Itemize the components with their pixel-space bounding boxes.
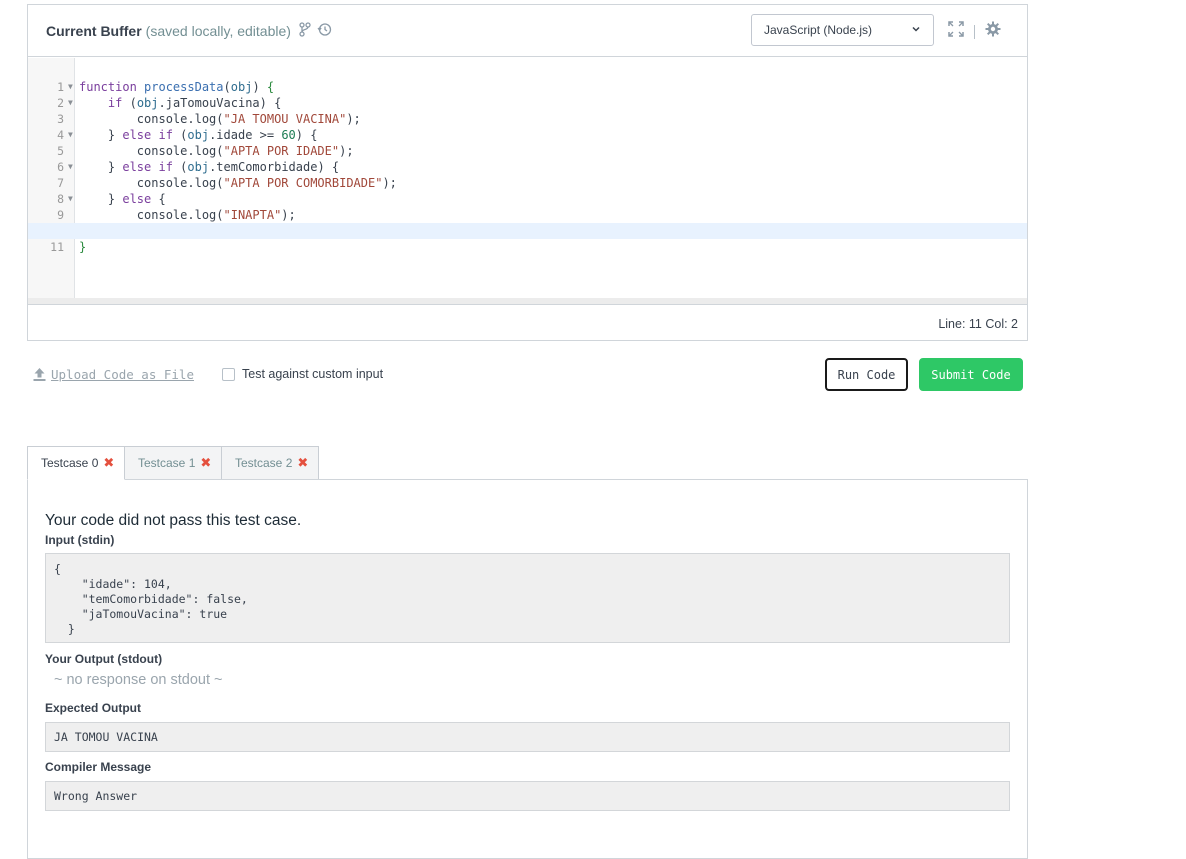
editor-status-bar: Line: 11 Col: 2 (28, 304, 1027, 341)
code-line: 4 ▼ } else if (obj.idade >= 60) { (28, 111, 1027, 142)
input-label: Input (stdin) (45, 533, 115, 547)
code-line: 1 ▼ function processData(obj) { (28, 63, 1027, 94)
compiler-value: Wrong Answer (54, 789, 138, 803)
tab-testcase-2[interactable]: Testcase 2 ✖ (221, 446, 319, 480)
custom-input-checkbox[interactable] (222, 367, 235, 381)
run-code-button[interactable]: Run Code (825, 358, 908, 391)
upload-icon (33, 368, 46, 381)
code-line: 8 ▼ } else { (28, 175, 1027, 206)
code-line: 9 console.log("INAPTA"); (28, 191, 1027, 222)
editor-header: Current Buffer (saved locally, editable)… (28, 5, 1027, 57)
input-value: { "idade": 104, "temComorbidade": false,… (54, 562, 248, 636)
language-select[interactable]: JavaScript (Node.js) (751, 14, 934, 46)
buffer-title: Current Buffer (46, 22, 142, 39)
custom-input-toggle[interactable]: Test against custom input (222, 367, 383, 381)
code-line-active: 11} (28, 223, 1027, 254)
tab-testcase-0[interactable]: Testcase 0 ✖ (27, 446, 125, 480)
code-line: 5 console.log("APTA POR IDADE"); (28, 127, 1027, 158)
code-line: 2 ▼ if (obj.jaTomouVacina) { (28, 79, 1027, 110)
code-line: 7 console.log("APTA POR COMORBIDADE"); (28, 159, 1027, 190)
expected-box: JA TOMOU VACINA (45, 722, 1010, 752)
tab-testcase-1[interactable]: Testcase 1 ✖ (124, 446, 222, 480)
result-title: Your code did not pass this test case. (45, 512, 302, 529)
output-label: Your Output (stdout) (45, 652, 163, 666)
editor-tools (948, 21, 1001, 42)
tools-divider (974, 24, 975, 39)
code-line: 6 ▼ } else if (obj.temComorbidade) { (28, 143, 1027, 174)
branch-icon[interactable] (299, 21, 311, 40)
language-select-value: JavaScript (Node.js) (764, 23, 873, 37)
input-box: { "idade": 104, "temComorbidade": false,… (45, 553, 1010, 643)
custom-input-label: Test against custom input (242, 367, 384, 381)
testcase-result-panel: Your code did not pass this test case. I… (27, 479, 1028, 859)
code-line: 3 console.log("JA TOMOU VACINA"); (28, 95, 1027, 126)
expected-value: JA TOMOU VACINA (54, 730, 158, 744)
tab-label: Testcase 2 (235, 456, 293, 470)
upload-code-label: Upload Code as File (51, 367, 194, 382)
upload-code-link[interactable]: Upload Code as File (32, 367, 194, 382)
submit-code-button[interactable]: Submit Code (919, 358, 1023, 391)
buffer-subtitle: (saved locally, editable) (145, 22, 291, 39)
compiler-box: Wrong Answer (45, 781, 1010, 811)
editor-panel: Current Buffer (saved locally, editable)… (27, 4, 1028, 341)
fullscreen-icon[interactable] (948, 21, 964, 42)
tab-label: Testcase 0 (41, 456, 99, 470)
cursor-position: Line: 11 Col: 2 (938, 317, 1018, 331)
gear-icon[interactable] (985, 21, 1001, 42)
chevron-down-icon (912, 26, 920, 32)
history-icon[interactable] (317, 22, 332, 40)
tab-label: Testcase 1 (138, 456, 196, 470)
compiler-label: Compiler Message (45, 760, 152, 774)
line-number: 11 (50, 240, 64, 254)
output-value: ~ no response on stdout ~ (54, 672, 223, 688)
close-icon: ✖ (297, 455, 309, 470)
expected-label: Expected Output (45, 701, 142, 715)
code-editor[interactable]: 1 ▼ function processData(obj) { 2 ▼ if (obj… (28, 58, 1027, 298)
code-line: 10 } (28, 207, 1027, 238)
close-icon: ✖ (200, 455, 212, 470)
close-icon: ✖ (103, 455, 115, 470)
